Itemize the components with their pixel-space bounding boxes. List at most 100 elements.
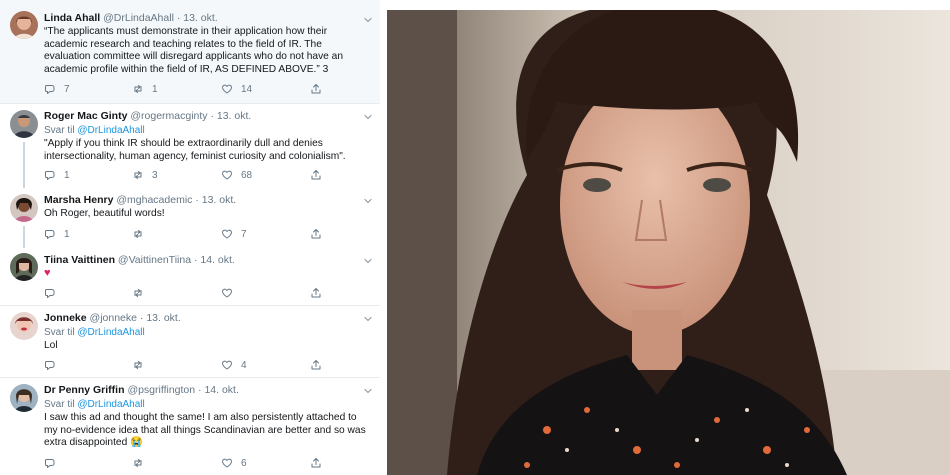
author-name[interactable]: Jonneke (44, 312, 87, 324)
timestamp[interactable]: 13. okt. (146, 312, 180, 324)
like-button[interactable]: 68 (221, 168, 252, 182)
reply-to-mention[interactable]: @DrLindaAhall (77, 399, 144, 410)
avatar[interactable] (10, 11, 38, 39)
heart-icon (221, 228, 233, 240)
tweet-actions: 1 3 68 (44, 168, 344, 182)
timestamp[interactable]: 13. okt. (183, 12, 217, 24)
reply-prefix: Svar til (44, 327, 75, 338)
timestamp[interactable]: 13. okt. (202, 194, 236, 206)
separator: · (198, 384, 202, 396)
author-name[interactable]: Marsha Henry (44, 194, 113, 206)
reply-icon (44, 228, 56, 240)
retweet-count: 3 (152, 169, 158, 181)
reply-button[interactable] (44, 286, 64, 300)
chevron-down-icon[interactable] (362, 313, 374, 325)
tweet-header: Linda Ahall @DrLindaAhall · 13. okt. (44, 12, 360, 25)
reply-button[interactable]: 1 (44, 227, 70, 241)
chevron-down-icon[interactable] (362, 255, 374, 267)
heart-icon (221, 359, 233, 371)
like-button[interactable]: 6 (221, 456, 247, 470)
avatar[interactable] (10, 384, 38, 412)
retweet-icon (132, 83, 144, 95)
share-button[interactable] (310, 286, 322, 300)
tweet[interactable]: Linda Ahall @DrLindaAhall · 13. okt. “Th… (0, 0, 380, 103)
share-button[interactable] (310, 227, 322, 241)
separator: · (210, 110, 214, 122)
tweet[interactable]: Roger Mac Ginty @rogermacginty · 13. okt… (0, 104, 380, 188)
separator: · (193, 254, 198, 266)
tweet[interactable]: Tiina Vaittinen @VaittinenTiina · 14. ok… (0, 248, 380, 306)
author-name[interactable]: Dr Penny Griffin (44, 384, 125, 396)
retweet-icon (132, 457, 144, 469)
avatar[interactable] (10, 110, 38, 138)
tweet-header: Tiina Vaittinen @VaittinenTiina · 14. ok… (44, 254, 360, 267)
avatar[interactable] (10, 253, 38, 281)
chevron-down-icon[interactable] (362, 111, 374, 123)
chevron-down-icon[interactable] (362, 14, 374, 26)
reply-button[interactable]: 7 (44, 82, 70, 96)
author-handle[interactable]: @DrLindaAhall (103, 12, 174, 24)
author-name[interactable]: Tiina Vaittinen (44, 254, 115, 266)
author-handle[interactable]: @psgriffington (127, 384, 195, 396)
share-button[interactable] (310, 358, 322, 372)
avatar[interactable] (10, 312, 38, 340)
share-icon (310, 83, 322, 95)
share-button[interactable] (310, 456, 322, 470)
retweet-button[interactable]: 3 (132, 168, 158, 182)
tweet-text: ♥ (44, 267, 51, 279)
reply-button[interactable] (44, 456, 64, 470)
chevron-down-icon[interactable] (362, 195, 374, 207)
portrait-photo (387, 10, 950, 475)
reply-to-mention[interactable]: @DrLindaAhall (77, 327, 144, 338)
like-button[interactable]: 14 (221, 82, 252, 96)
reply-icon (44, 359, 56, 371)
author-handle[interactable]: @rogermacginty (130, 110, 207, 122)
reply-context: Svar til @DrLindaAhall (44, 326, 145, 339)
heart-icon (221, 457, 233, 469)
retweet-button[interactable] (132, 358, 152, 372)
timestamp[interactable]: 14. okt. (200, 254, 234, 266)
tweet-header: Jonneke @jonneke · 13. okt. (44, 312, 360, 325)
reply-icon (44, 287, 56, 299)
timestamp[interactable]: 13. okt. (217, 110, 251, 122)
heart-icon (221, 287, 233, 299)
author-name[interactable]: Linda Ahall (44, 12, 100, 24)
tweet[interactable]: Jonneke @jonneke · 13. okt. Svar til @Dr… (0, 306, 380, 378)
reply-button[interactable] (44, 358, 64, 372)
reply-icon (44, 457, 56, 469)
reply-count: 1 (64, 169, 70, 181)
separator: · (176, 12, 181, 24)
timestamp[interactable]: 14. okt. (204, 384, 238, 396)
share-icon (310, 169, 322, 181)
reply-button[interactable]: 1 (44, 168, 70, 182)
chevron-down-icon[interactable] (362, 385, 374, 397)
reply-context: Svar til @DrLindaAhall (44, 398, 145, 411)
reply-prefix: Svar til (44, 125, 75, 136)
retweet-button[interactable]: 1 (132, 82, 158, 96)
share-icon (310, 359, 322, 371)
author-handle[interactable]: @jonneke (90, 312, 137, 324)
retweet-button[interactable] (132, 286, 152, 300)
tweet-actions (44, 286, 344, 300)
retweet-button[interactable] (132, 227, 152, 241)
like-count: 14 (241, 83, 253, 95)
share-button[interactable] (310, 82, 322, 96)
avatar[interactable] (10, 194, 38, 222)
tweet[interactable]: Dr Penny Griffin @psgriffington · 14. ok… (0, 378, 380, 475)
heart-icon (221, 169, 233, 181)
retweet-button[interactable] (132, 456, 152, 470)
like-button[interactable]: 7 (221, 227, 247, 241)
author-handle[interactable]: @VaittinenTiina (118, 254, 191, 266)
like-button[interactable]: 4 (221, 358, 247, 372)
tweet[interactable]: Marsha Henry @mghacademic · 13. okt. Oh … (0, 188, 380, 248)
like-button[interactable] (221, 286, 241, 300)
tweet-actions: 6 (44, 456, 344, 470)
author-name[interactable]: Roger Mac Ginty (44, 110, 127, 122)
author-handle[interactable]: @mghacademic (116, 194, 192, 206)
share-button[interactable] (310, 168, 322, 182)
thread-line (23, 226, 25, 248)
reply-to-mention[interactable]: @DrLindaAhall (77, 125, 144, 136)
tweet-header: Dr Penny Griffin @psgriffington · 14. ok… (44, 384, 360, 397)
tweet-thread: Linda Ahall @DrLindaAhall · 13. okt. “Th… (0, 0, 380, 475)
tweet-text: “The applicants must demonstrate in thei… (44, 26, 344, 75)
